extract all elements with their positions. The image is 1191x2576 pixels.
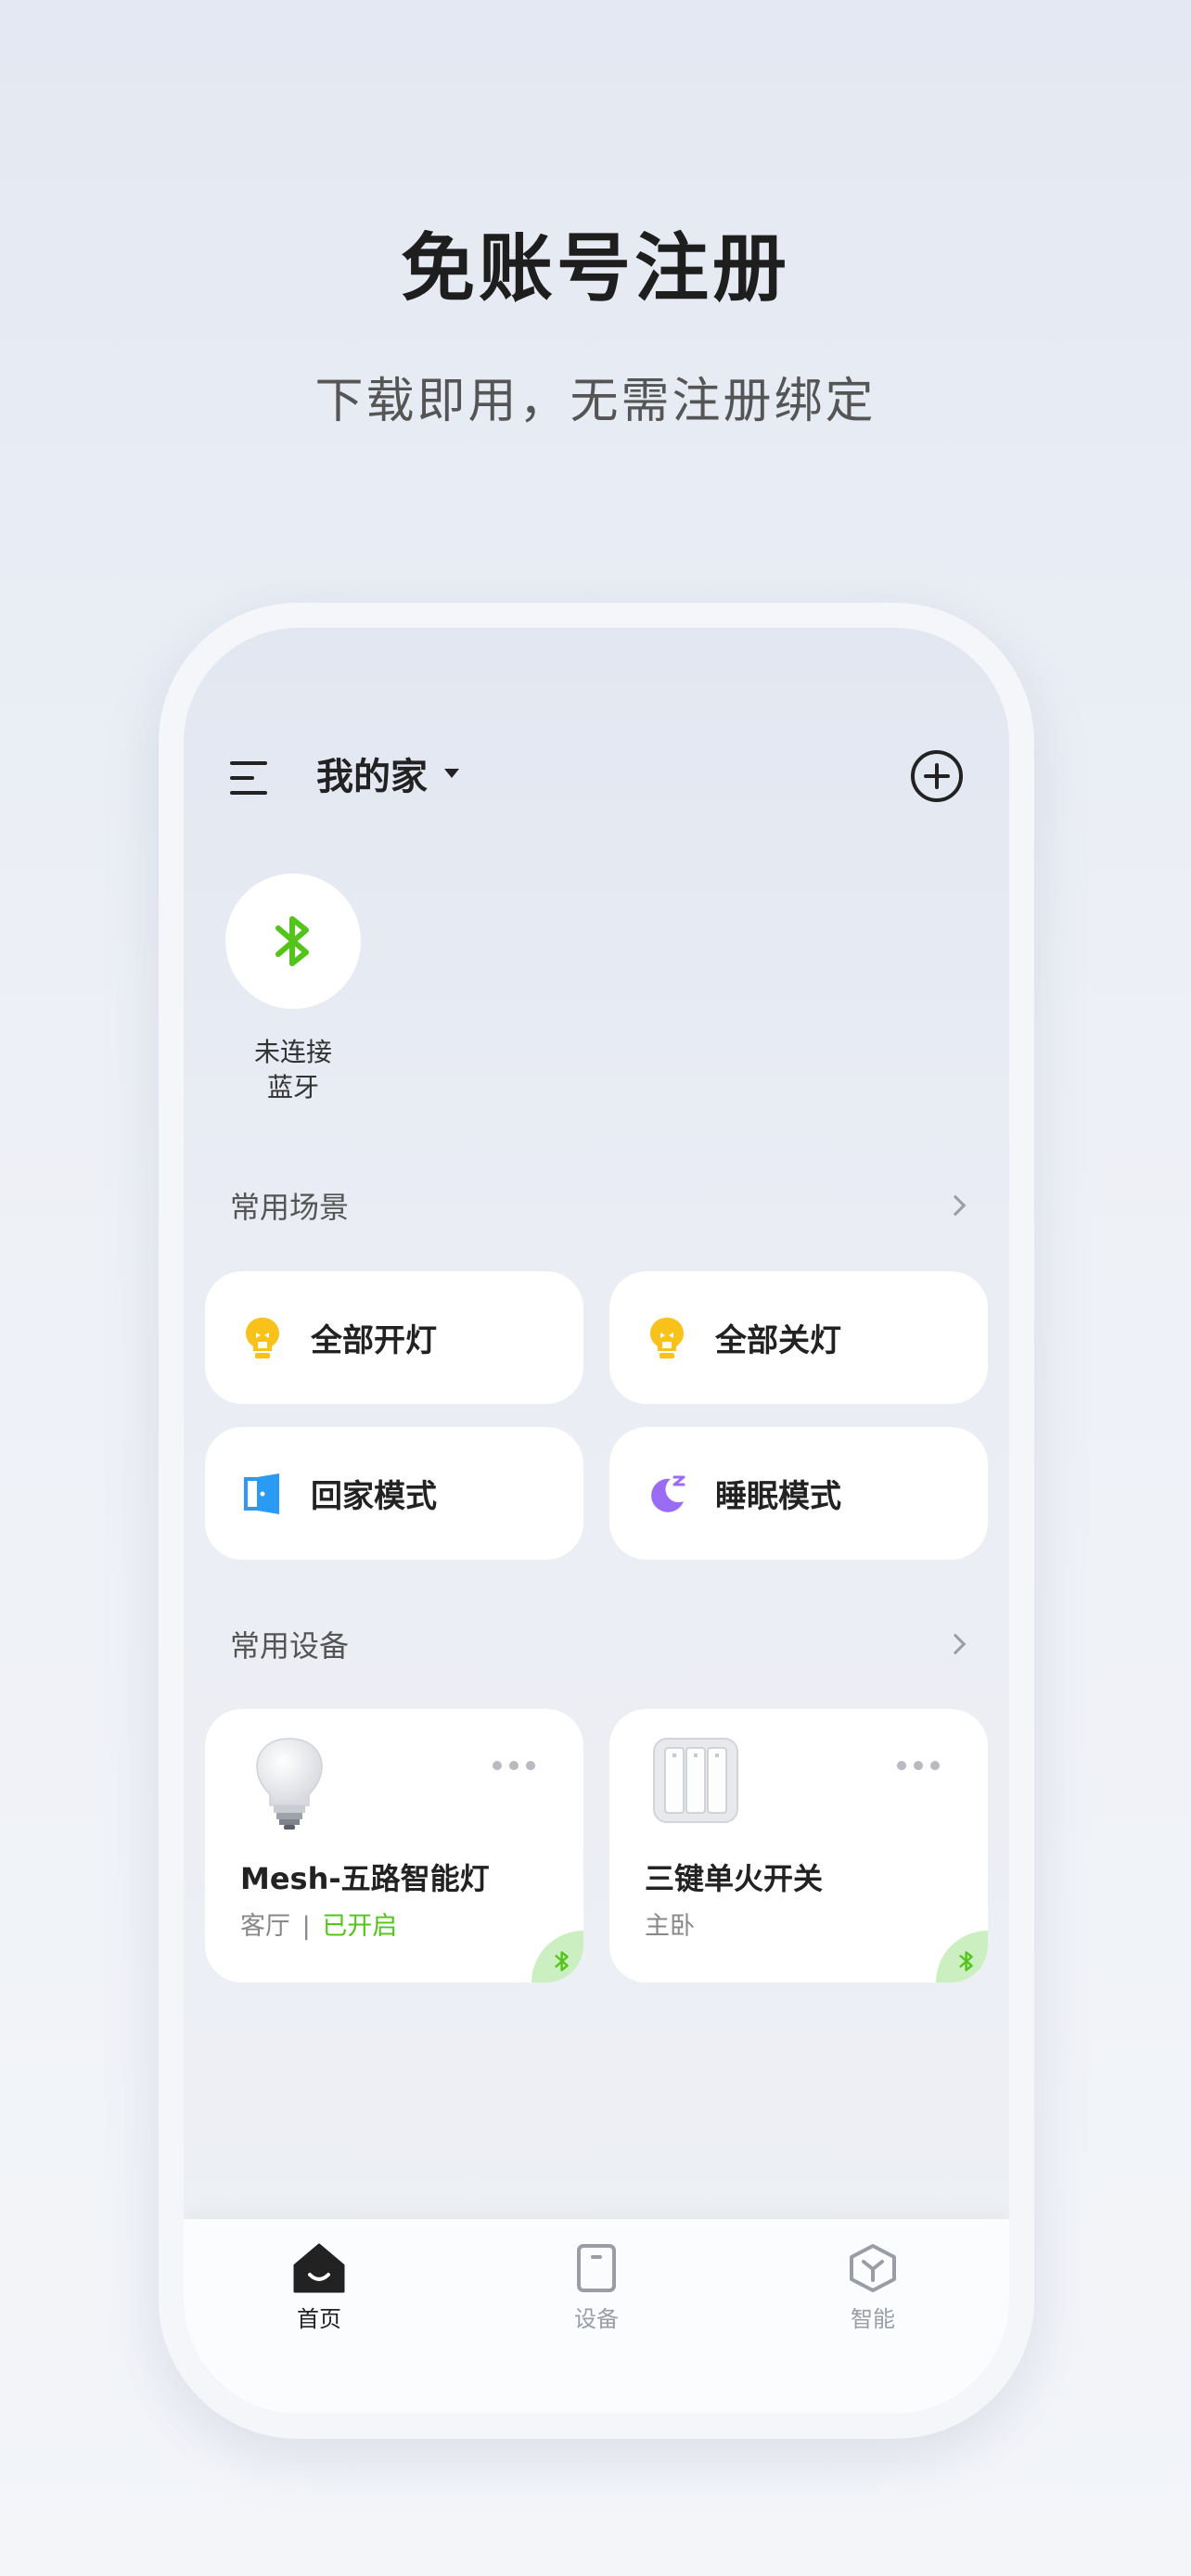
tab-smart[interactable]: 智能 xyxy=(817,2238,928,2333)
more-options-icon[interactable] xyxy=(493,1761,535,1770)
light-bulb-device-icon xyxy=(248,1735,331,1831)
bottom-tab-bar: 首页 设备 智能 xyxy=(184,2219,1009,2414)
device-room: 主卧 xyxy=(645,1912,695,1941)
lightbulb-off-icon xyxy=(647,1315,687,1361)
chevron-right-icon[interactable] xyxy=(944,1194,967,1217)
scene-label: 睡眠模式 xyxy=(715,1478,841,1515)
bluetooth-button[interactable] xyxy=(225,874,361,1009)
device-meta: 主卧 xyxy=(645,1906,695,1942)
more-options-icon[interactable] xyxy=(897,1761,940,1770)
device-name: 三键单火开关 xyxy=(645,1861,824,1896)
phone-frame: 我的家 未连接 蓝牙 常用场景 全部开灯 全部关灯 回家模式 睡眠模式 常用设备… xyxy=(159,603,1034,2439)
scene-label: 全部开灯 xyxy=(311,1322,437,1359)
home-name: 我的家 xyxy=(316,756,428,798)
device-status: 已开启 xyxy=(322,1912,398,1941)
scenes-header[interactable]: 常用场景 xyxy=(230,1184,967,1227)
bluetooth-status: 未连接 蓝牙 xyxy=(225,874,361,1105)
bluetooth-icon xyxy=(275,916,309,966)
door-icon xyxy=(242,1471,283,1517)
smart-cube-icon xyxy=(817,2238,928,2293)
bluetooth-status-line2: 蓝牙 xyxy=(266,1072,319,1103)
scene-label: 全部关灯 xyxy=(715,1322,841,1359)
scene-label: 回家模式 xyxy=(311,1478,437,1515)
add-circle-icon[interactable] xyxy=(911,750,963,802)
bluetooth-status-line1: 未连接 xyxy=(253,1037,332,1067)
scene-card-all-on[interactable]: 全部开灯 xyxy=(205,1271,583,1404)
hero-title: 免账号注册 xyxy=(401,225,790,312)
home-selector[interactable]: 我的家 xyxy=(316,746,459,800)
tab-home[interactable]: 首页 xyxy=(263,2238,375,2333)
bluetooth-badge-icon xyxy=(531,1931,583,1983)
device-meta: 客厅 | 已开启 xyxy=(240,1906,397,1942)
home-icon xyxy=(263,2238,375,2293)
device-card-mesh-light[interactable]: Mesh-五路智能灯 客厅 | 已开启 xyxy=(205,1709,583,1983)
scene-card-home-mode[interactable]: 回家模式 xyxy=(205,1427,583,1560)
device-room: 客厅 xyxy=(240,1912,290,1941)
wall-switch-device-icon xyxy=(652,1737,738,1833)
app-screen: 我的家 未连接 蓝牙 常用场景 全部开灯 全部关灯 回家模式 睡眠模式 常用设备… xyxy=(184,628,1009,2414)
hero-subtitle: 下载即用，无需注册绑定 xyxy=(314,374,877,429)
scenes-title: 常用场景 xyxy=(230,1190,350,1225)
scene-card-all-off[interactable]: 全部关灯 xyxy=(609,1271,988,1404)
caret-down-icon xyxy=(444,769,459,778)
device-card-switch[interactable]: 三键单火开关 主卧 xyxy=(609,1709,988,1983)
tab-label: 设备 xyxy=(574,2306,619,2332)
tab-devices[interactable]: 设备 xyxy=(541,2238,652,2333)
lightbulb-on-icon xyxy=(242,1315,283,1361)
menu-icon[interactable] xyxy=(230,758,273,798)
device-name: Mesh-五路智能灯 xyxy=(240,1861,490,1896)
device-icon xyxy=(541,2238,652,2293)
device-separator: | xyxy=(301,1912,311,1941)
scene-card-sleep-mode[interactable]: 睡眠模式 xyxy=(609,1427,988,1560)
tab-label: 智能 xyxy=(851,2306,895,2332)
moon-icon xyxy=(647,1471,687,1517)
devices-title: 常用设备 xyxy=(230,1628,350,1664)
chevron-right-icon[interactable] xyxy=(944,1633,967,1655)
tab-label: 首页 xyxy=(297,2306,341,2332)
devices-header[interactable]: 常用设备 xyxy=(230,1623,967,1665)
top-bar: 我的家 xyxy=(184,628,1009,906)
bluetooth-badge-icon xyxy=(936,1931,988,1983)
